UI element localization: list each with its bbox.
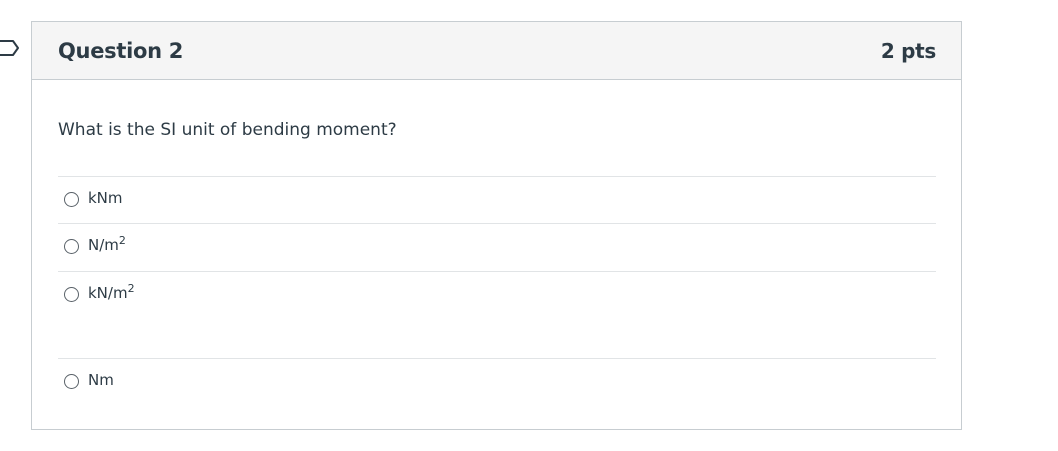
radio-button[interactable] <box>64 192 79 207</box>
question-card: Question 2 2 pts What is the SI unit of … <box>31 21 962 430</box>
radio-button[interactable] <box>64 239 79 254</box>
answer-label[interactable]: kN/m2 <box>88 283 135 302</box>
answer-option[interactable]: N/m2 <box>58 223 936 271</box>
question-title: Question 2 <box>58 38 184 63</box>
question-header: Question 2 2 pts <box>32 22 961 80</box>
answer-label[interactable]: kNm <box>88 189 123 207</box>
question-points: 2 pts <box>880 38 936 63</box>
question-text: What is the SI unit of bending moment? <box>58 120 397 140</box>
answer-option[interactable]: kNm <box>58 176 936 223</box>
answer-option[interactable]: kN/m2 <box>58 271 936 358</box>
question-body: What is the SI unit of bending moment? k… <box>32 80 961 408</box>
radio-button[interactable] <box>64 374 79 389</box>
radio-button[interactable] <box>64 287 79 302</box>
answer-label[interactable]: Nm <box>88 371 114 389</box>
answer-list: kNm N/m2 kN/m2 Nm <box>58 176 936 408</box>
answer-option[interactable]: Nm <box>58 358 936 408</box>
answer-label[interactable]: N/m2 <box>88 235 126 254</box>
flag-question-icon[interactable] <box>0 37 20 59</box>
